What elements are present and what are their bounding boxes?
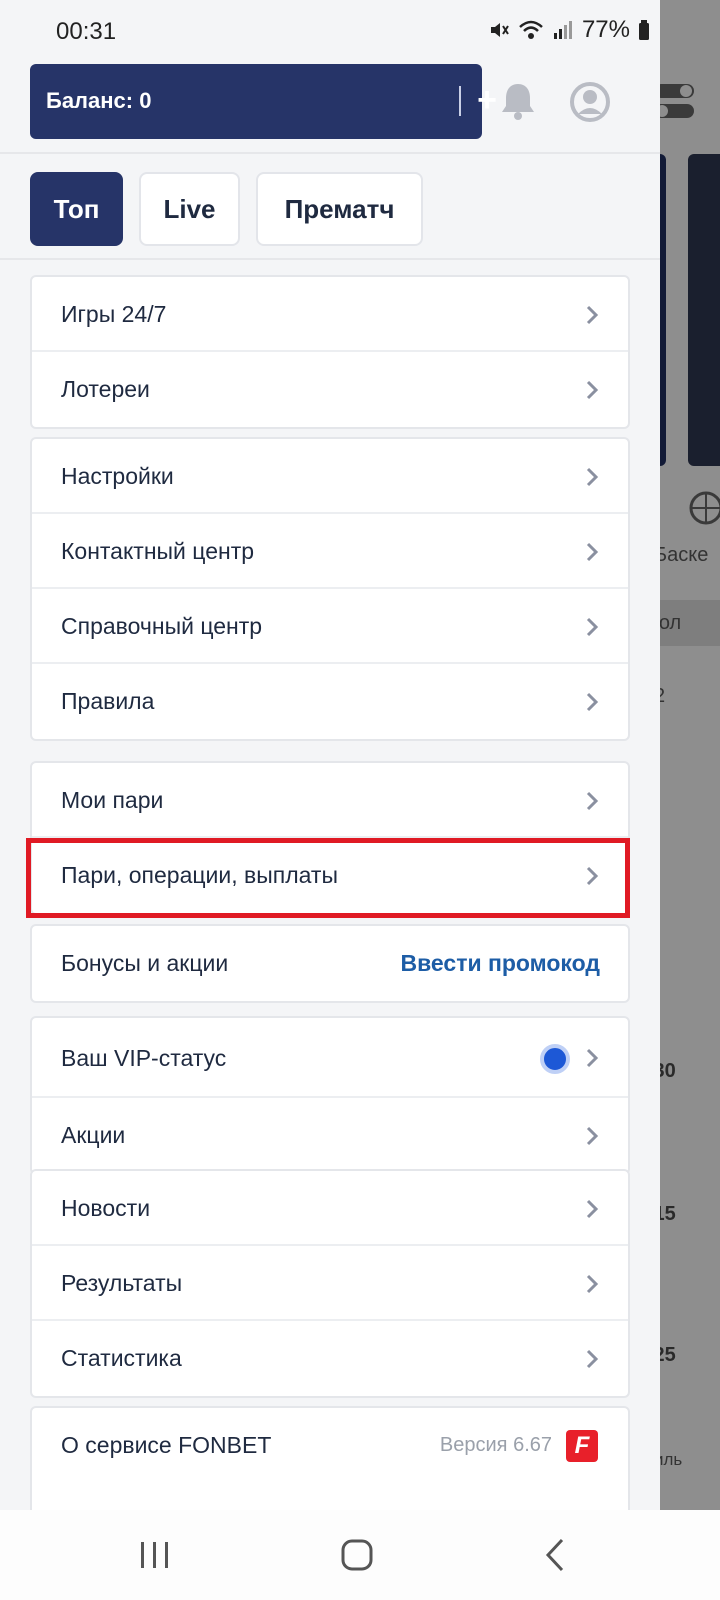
menu-group-vip: Ваш VIP-статус Акции — [30, 1016, 630, 1175]
menu-group-bonuses: Бонусы и акции Ввести промокод — [30, 924, 630, 1003]
fonbet-logo-icon: F — [566, 1430, 598, 1462]
status-bar: 00:31 77% — [0, 0, 660, 60]
chevron-right-icon — [586, 467, 599, 487]
recent-apps-icon[interactable] — [130, 1532, 180, 1578]
menu-item-label: Акции — [61, 1122, 126, 1148]
tab-live[interactable]: Live — [139, 172, 240, 246]
tabs-divider — [0, 258, 660, 260]
menu-group-about: О сервисе FONBET Версия 6.67 F — [30, 1406, 630, 1510]
menu-item-help-center[interactable]: Справочный центр — [32, 589, 628, 664]
status-icons: 77% — [488, 16, 650, 44]
background-sport-label: Баске — [660, 544, 709, 566]
chevron-right-icon — [586, 305, 599, 325]
enter-promo-code-link[interactable]: Ввести промокод — [400, 926, 600, 1001]
menu-item-label: Игры 24/7 — [61, 301, 167, 327]
battery-percent: 77% — [581, 16, 630, 43]
background-banner-2 — [688, 154, 720, 466]
menu-item-label: Бонусы и акции — [61, 950, 229, 976]
background-odds-1: .30 — [660, 1060, 676, 1082]
menu-item-label: Настройки — [61, 463, 174, 489]
back-icon[interactable] — [532, 1532, 582, 1578]
menu-item-label: Новости — [61, 1195, 151, 1221]
menu-item-promotions[interactable]: Акции — [32, 1098, 628, 1173]
chevron-right-icon — [586, 380, 599, 400]
background-banner-1 — [660, 154, 666, 466]
profile-icon[interactable] — [568, 80, 612, 124]
menu-item-news[interactable]: Новости — [32, 1171, 628, 1246]
header-divider — [0, 152, 660, 154]
menu-item-bonuses[interactable]: Бонусы и акции Ввести промокод — [32, 926, 628, 1001]
chevron-right-icon — [586, 791, 599, 811]
menu-item-label: Правила — [61, 688, 155, 714]
balance-button[interactable]: Баланс: 0 + — [30, 64, 497, 139]
menu-item-label: Ваш VIP-статус — [61, 1045, 227, 1071]
chevron-right-icon — [586, 1126, 599, 1146]
chevron-right-icon — [586, 1199, 599, 1219]
battery-icon — [639, 20, 649, 40]
bell-icon[interactable] — [496, 80, 540, 124]
menu-item-about[interactable]: О сервисе FONBET Версия 6.67 F — [32, 1408, 628, 1483]
system-navigation-bar — [0, 1510, 720, 1600]
chevron-right-icon — [586, 1349, 599, 1369]
menu-group-news: Новости Результаты Статистика — [30, 1169, 630, 1398]
menu-group-games: Игры 24/7 Лотереи — [30, 275, 630, 429]
chevron-right-icon — [586, 617, 599, 637]
menu-item-label: Мои пари — [61, 787, 164, 813]
tabs: Топ Live Прематч — [30, 172, 423, 246]
menu-item-games[interactable]: Игры 24/7 — [32, 277, 628, 352]
menu-item-my-bets[interactable]: Мои пари — [32, 763, 628, 838]
menu-group-bets: Мои пари Пари, операции, выплаты — [30, 761, 630, 915]
menu-item-results[interactable]: Результаты — [32, 1246, 628, 1321]
menu-item-label: О сервисе FONBET — [61, 1432, 272, 1458]
toggle-icon — [660, 84, 694, 118]
menu-item-lottery[interactable]: Лотереи — [32, 352, 628, 427]
menu-group-info: Настройки Контактный центр Справочный це… — [30, 437, 630, 741]
menu-item-contact-center[interactable]: Контактный центр — [32, 514, 628, 589]
tab-prematch[interactable]: Прематч — [256, 172, 423, 246]
signal-icon — [553, 21, 572, 39]
background-nav-label: иль — [660, 1450, 683, 1469]
basketball-icon — [689, 491, 720, 525]
menu-item-label: Результаты — [61, 1270, 183, 1296]
tab-top[interactable]: Топ — [30, 172, 123, 246]
mute-icon — [490, 23, 509, 37]
menu-item-statistics[interactable]: Статистика — [32, 1321, 628, 1396]
background-odds-2: .15 — [660, 1203, 676, 1225]
balance-label: Баланс: 0 — [46, 88, 152, 113]
menu-item-label: Контактный центр — [61, 538, 255, 564]
background-app: Баске гол 2 .30 .15 .25 иль — [660, 0, 720, 1600]
app-version: Версия 6.67 — [439, 1434, 552, 1456]
menu-item-label: Лотереи — [61, 376, 150, 402]
side-menu-drawer: 00:31 77% Баланс: 0 + Топ Live Прематч И… — [0, 0, 660, 1510]
menu-item-settings[interactable]: Настройки — [32, 439, 628, 514]
chevron-right-icon — [586, 1048, 599, 1068]
chevron-right-icon — [586, 866, 599, 886]
vip-status-indicator — [540, 1044, 570, 1074]
background-col-value: 2 — [660, 685, 665, 708]
background-col-header: гол — [660, 612, 682, 634]
chevron-right-icon — [586, 692, 599, 712]
home-icon[interactable] — [332, 1532, 382, 1578]
menu-item-label: Статистика — [61, 1345, 182, 1371]
menu-item-label: Справочный центр — [61, 613, 263, 639]
balance-divider — [459, 86, 461, 116]
menu-item-rules[interactable]: Правила — [32, 664, 628, 739]
chevron-right-icon — [586, 1274, 599, 1294]
chevron-right-icon — [586, 542, 599, 562]
wifi-icon — [519, 20, 543, 39]
status-time: 00:31 — [56, 18, 117, 45]
menu-item-label: Пари, операции, выплаты — [61, 862, 338, 888]
menu-item-vip-status[interactable]: Ваш VIP-статус — [32, 1018, 628, 1098]
background-odds-3: .25 — [660, 1344, 676, 1366]
menu-item-operations[interactable]: Пари, операции, выплаты — [32, 838, 628, 913]
